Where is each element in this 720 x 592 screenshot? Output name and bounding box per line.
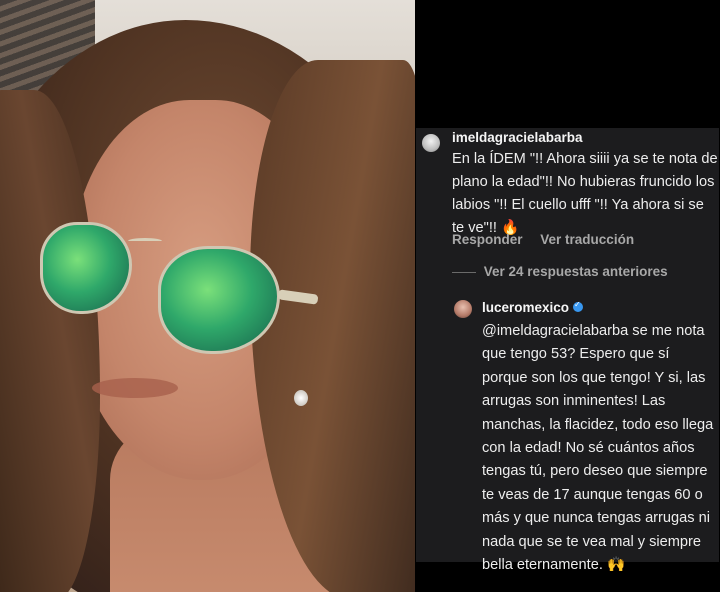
reply-button[interactable]: Responder xyxy=(452,232,523,247)
lips xyxy=(92,378,178,398)
avatar[interactable] xyxy=(422,134,440,152)
view-replies-row[interactable]: Ver 24 respuestas anteriores xyxy=(416,260,719,288)
comments-panel: imeldagracielabarba En la ÍDEM "!! Ahora… xyxy=(415,0,720,592)
comment-luceromexico: luceromexico @imeldagracielabarba se me … xyxy=(416,288,719,573)
comment-text: @imeldagracielabarba se me nota que teng… xyxy=(482,323,714,574)
comment-username[interactable]: imeldagracielabarba xyxy=(452,130,583,145)
earring xyxy=(294,390,308,406)
sunglasses-bridge xyxy=(128,238,162,244)
translate-button[interactable]: Ver traducción xyxy=(540,232,634,247)
verified-badge-icon xyxy=(573,300,584,312)
comment-imeldagracielabarba: imeldagracielabarba En la ÍDEM "!! Ahora… xyxy=(416,128,719,260)
comment-text: En la ÍDEM "!! Ahora siiii ya se te nota… xyxy=(452,151,718,236)
replies-line xyxy=(452,271,476,273)
selfie-photo xyxy=(0,0,415,592)
username-label: luceromexico xyxy=(482,300,570,315)
comment-actions: Responder Ver traducción xyxy=(452,232,648,247)
comment-username[interactable]: luceromexico xyxy=(482,300,584,315)
view-replies-label: Ver 24 respuestas anteriores xyxy=(483,264,668,279)
blank-area xyxy=(415,0,720,128)
view-replies-button[interactable]: Ver 24 respuestas anteriores xyxy=(452,264,668,279)
avatar[interactable] xyxy=(454,300,472,318)
